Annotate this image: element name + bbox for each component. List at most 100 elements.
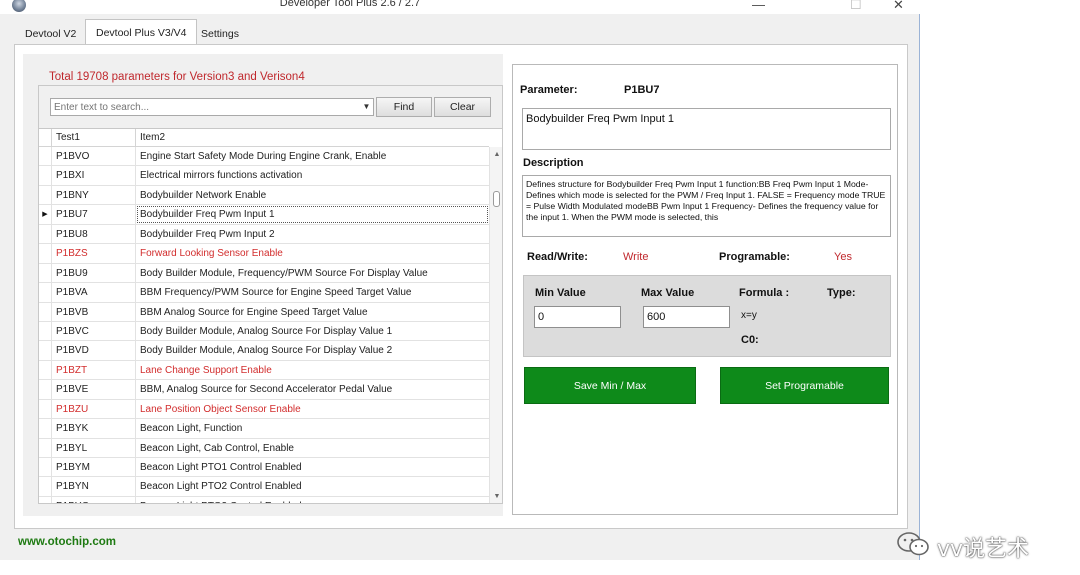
minimize-button[interactable]: — (752, 0, 765, 12)
cell-test1[interactable]: P1BVA (52, 283, 136, 302)
cell-item2[interactable]: BBM, Analog Source for Second Accelerato… (136, 380, 489, 398)
cell-item2[interactable]: Beacon Light, Cab Control, Enable (136, 439, 489, 457)
tab-devtool-plus-v3-v4[interactable]: Devtool Plus V3/V4 (85, 19, 198, 46)
cell-item2[interactable]: Body Builder Module, Analog Source For D… (136, 341, 489, 359)
row-selector[interactable] (39, 185, 52, 205)
cell-test1[interactable]: P1BYM (52, 458, 136, 477)
scroll-up-arrow-icon[interactable]: ▲ (490, 149, 502, 161)
cell-item2[interactable]: Bodybuilder Freq Pwm Input 2 (136, 225, 489, 243)
cell-test1[interactable]: P1BU8 (52, 224, 136, 244)
grid-scrollbar[interactable]: ▲ ▼ (489, 147, 502, 503)
cell-test1[interactable]: P1BZU (52, 399, 136, 419)
cell-item2[interactable]: BBM Frequency/PWM Source for Engine Spee… (136, 283, 489, 301)
cell-item2[interactable]: Bodybuilder Network Enable (136, 186, 489, 204)
tab-settings[interactable]: Settings (190, 21, 250, 45)
cell-test1[interactable]: P1BU9 (52, 263, 136, 283)
table-row[interactable]: P1BXI Electrical mirrors functions activa… (39, 166, 489, 186)
table-row[interactable]: P1BVC Body Builder Module, Analog Source … (39, 321, 489, 342)
row-selector-arrow-icon[interactable]: ▶ (39, 205, 52, 224)
maximize-button[interactable]: ☐ (850, 0, 862, 13)
table-row[interactable]: P1BNY Bodybuilder Network Enable (39, 185, 489, 206)
table-row[interactable]: P1BZS Forward Looking Sensor Enable (39, 244, 489, 264)
row-selector[interactable] (39, 458, 52, 477)
column-header-test1[interactable]: Test1 (52, 129, 136, 147)
cell-item2[interactable]: Bodybuilder Freq Pwm Input 1 (136, 205, 489, 223)
cell-item2[interactable]: Forward Looking Sensor Enable (136, 244, 489, 262)
cell-test1[interactable]: P1BVD (52, 341, 136, 360)
tab-devtool-v2[interactable]: Devtool V2 (14, 21, 87, 45)
cell-item2[interactable]: Beacon Light PTO3 Control Enabled (136, 497, 489, 503)
cell-test1[interactable]: P1BYN (52, 477, 136, 496)
row-selector[interactable] (39, 477, 52, 496)
cell-item2[interactable]: Body Builder Module, Analog Source For D… (136, 322, 489, 340)
table-row[interactable]: P1BYN Beacon Light PTO2 Control Enabled (39, 477, 489, 497)
cell-test1[interactable]: P1BNY (52, 185, 136, 205)
cell-item2[interactable]: Beacon Light, Function (136, 419, 489, 437)
cell-test1[interactable]: P1BZS (52, 244, 136, 263)
cell-test1[interactable]: P1BYK (52, 419, 136, 438)
row-selector[interactable] (39, 166, 52, 185)
cell-item2[interactable]: Beacon Light PTO2 Control Enabled (136, 477, 489, 495)
cell-test1[interactable]: P1BVB (52, 302, 136, 321)
parameter-name-field[interactable]: Bodybuilder Freq Pwm Input 1 (522, 108, 891, 150)
table-row[interactable]: P1BVO Engine Start Safety Mode During Eng… (39, 147, 489, 167)
table-row[interactable]: P1BYK Beacon Light, Function (39, 419, 489, 439)
search-dropdown-arrow-icon[interactable]: ▼ (360, 99, 373, 115)
close-button[interactable]: ✕ (893, 0, 904, 13)
clear-button[interactable]: Clear (434, 97, 491, 117)
cell-test1[interactable]: P1BVC (52, 321, 136, 341)
table-row[interactable]: P1BVE BBM, Analog Source for Second Accel… (39, 380, 489, 400)
table-row[interactable]: P1BZU Lane Position Object Sensor Enable (39, 399, 489, 420)
find-button[interactable]: Find (376, 97, 432, 117)
table-row[interactable]: P1BVA BBM Frequency/PWM Source for Engine… (39, 283, 489, 303)
row-selector[interactable] (39, 360, 52, 380)
min-value-input[interactable]: 0 (534, 306, 621, 328)
website-link[interactable]: www.otochip.com (18, 536, 116, 548)
cell-item2[interactable]: Engine Start Safety Mode During Engine C… (136, 147, 489, 165)
cell-test1[interactable]: P1BU7 (52, 205, 136, 224)
row-selector[interactable] (39, 263, 52, 283)
cell-item2[interactable]: Beacon Light PTO1 Control Enabled (136, 458, 489, 476)
row-selector[interactable] (39, 419, 52, 438)
set-programable-button[interactable]: Set Programable (720, 367, 889, 404)
search-input[interactable] (50, 98, 374, 116)
table-row[interactable]: ▶ P1BU7 Bodybuilder Freq Pwm Input 1 (39, 205, 489, 225)
cell-test1[interactable]: P1BYL (52, 438, 136, 457)
table-row[interactable]: P1BVB BBM Analog Source for Engine Speed … (39, 302, 489, 322)
row-selector[interactable] (39, 321, 52, 341)
row-selector[interactable] (39, 147, 52, 166)
row-selector[interactable] (39, 244, 52, 263)
max-value-label: Max Value (641, 287, 695, 299)
row-selector[interactable] (39, 341, 52, 360)
scroll-thumb[interactable] (493, 191, 500, 207)
table-row[interactable]: P1BYOBeacon Light PTO3 Control Enabled (39, 496, 489, 503)
max-value-input[interactable]: 600 (643, 306, 730, 328)
table-row[interactable]: P1BYM Beacon Light PTO1 Control Enabled (39, 458, 489, 478)
table-row[interactable]: P1BYL Beacon Light, Cab Control, Enable (39, 438, 489, 458)
cell-item2[interactable]: Lane Position Object Sensor Enable (136, 400, 489, 418)
column-header-item2[interactable]: Item2 (136, 129, 489, 147)
table-row[interactable]: P1BVD Body Builder Module, Analog Source … (39, 341, 489, 361)
table-row[interactable]: P1BU8 Bodybuilder Freq Pwm Input 2 (39, 224, 489, 245)
save-min-max-button[interactable]: Save Min / Max (524, 367, 696, 404)
cell-item2[interactable]: Lane Change Support Enable (136, 361, 489, 379)
row-selector[interactable] (39, 224, 52, 244)
row-selector[interactable] (39, 438, 52, 457)
cell-test1[interactable]: P1BVE (52, 380, 136, 399)
row-selector[interactable] (39, 302, 52, 321)
cell-test1[interactable]: P1BZT (52, 360, 136, 380)
row-selector[interactable] (39, 283, 52, 302)
row-selector[interactable] (39, 496, 52, 503)
table-row[interactable]: P1BU9 Body Builder Module, Frequency/PWM … (39, 263, 489, 284)
cell-item2[interactable]: BBM Analog Source for Engine Speed Targe… (136, 303, 489, 321)
row-selector[interactable] (39, 399, 52, 419)
cell-test1[interactable]: P1BYO (52, 496, 136, 503)
cell-test1[interactable]: P1BXI (52, 166, 136, 185)
cell-item2[interactable]: Body Builder Module, Frequency/PWM Sourc… (136, 264, 489, 282)
scroll-down-arrow-icon[interactable]: ▼ (490, 491, 502, 503)
description-field[interactable]: Defines structure for Bodybuilder Freq P… (522, 175, 891, 237)
cell-test1[interactable]: P1BVO (52, 147, 136, 166)
row-selector[interactable] (39, 380, 52, 399)
table-row[interactable]: P1BZT Lane Change Support Enable (39, 360, 489, 381)
cell-item2[interactable]: Electrical mirrors functions activation (136, 166, 489, 184)
